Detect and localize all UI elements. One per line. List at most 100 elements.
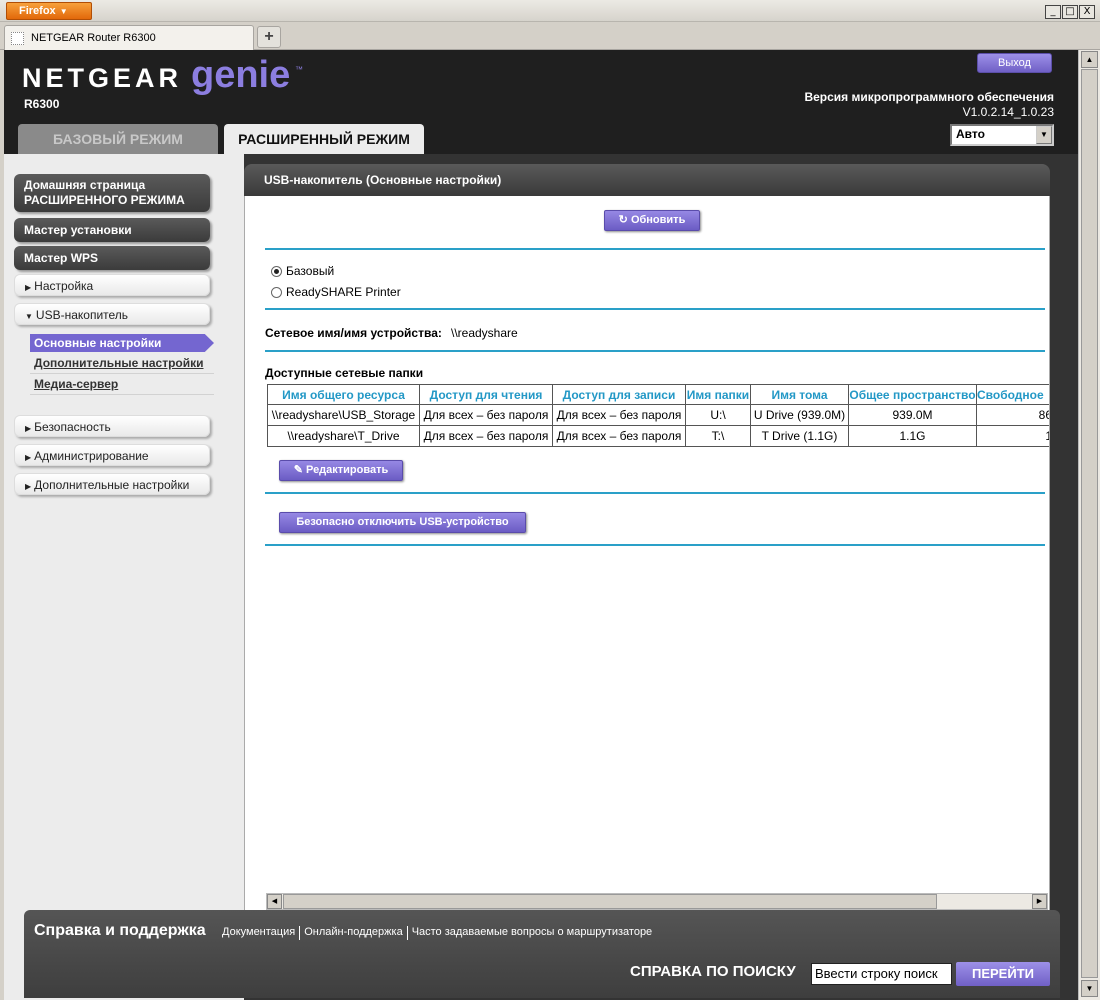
firmware-version: V1.0.2.14_1.0.23: [962, 105, 1054, 119]
shared-folders-label: Доступные сетевые папки: [265, 366, 424, 380]
radio-label: Базовый: [286, 264, 335, 278]
logout-button[interactable]: Выход: [977, 53, 1052, 73]
tab-title: NETGEAR Router R6300: [31, 32, 156, 44]
radio-button[interactable]: [271, 286, 282, 298]
help-footer: Справка и поддержка Документация Онлайн-…: [24, 910, 1060, 998]
sidebar-item-label: Домашняя страница: [24, 178, 146, 192]
radio-label: ReadySHARE Printer: [286, 285, 401, 299]
network-name-label: Сетевое имя/имя устройства:: [265, 326, 442, 340]
sidebar-item-label: Мастер WPS: [24, 251, 99, 265]
sidebar-item-wps-wizard[interactable]: Мастер WPS: [14, 246, 210, 270]
sidebar-item-label: USB-накопитель: [35, 308, 129, 322]
table-cell: Для всех – без пароля: [419, 404, 553, 426]
sidebar-item-advanced-home[interactable]: Домашняя страница РАСШИРЕННОГО РЕЖИМА: [14, 174, 210, 212]
scroll-down-icon[interactable]: ▼: [1081, 980, 1098, 997]
new-tab-button[interactable]: +: [257, 26, 281, 48]
search-help-label: СПРАВКА ПО ПОИСКУ: [630, 963, 796, 980]
scrollbar-thumb[interactable]: [283, 894, 937, 909]
browser-tab[interactable]: NETGEAR Router R6300: [4, 25, 254, 50]
shared-folders-table: Имя общего ресурса Доступ для чтения Дос…: [267, 384, 1049, 447]
sidebar-subitem-usb-basic[interactable]: Основные настройки: [30, 334, 214, 352]
router-header: NETGEAR genie ™ R6300 Выход Версия микро…: [4, 50, 1078, 154]
search-go-button[interactable]: ПЕРЕЙТИ: [956, 962, 1050, 986]
refresh-button[interactable]: ↻ Обновить: [604, 210, 700, 231]
column-header: Свободное: [976, 384, 1049, 405]
divider: [265, 492, 1045, 494]
refresh-icon: ↻: [618, 214, 628, 226]
triangle-right-icon: ▶: [25, 424, 32, 433]
table-cell: T Drive (1.1G): [750, 425, 849, 447]
sidebar-item-label: РАСШИРЕННОГО РЕЖИМА: [24, 193, 185, 207]
divider: [265, 248, 1045, 250]
column-header: Имя общего ресурса: [267, 384, 420, 405]
sidebar-item-usb-storage[interactable]: ▼ USB-накопитель: [14, 303, 210, 325]
table-cell: 86: [976, 404, 1049, 426]
edit-button[interactable]: ✎ Редактировать: [279, 460, 403, 481]
scrollbar-thumb[interactable]: [1081, 69, 1098, 978]
vertical-scrollbar[interactable]: ▲ ▼: [1078, 50, 1100, 1000]
table-cell: T:\: [685, 425, 751, 447]
divider: [265, 350, 1045, 352]
table-cell: \\readyshare\USB_Storage: [267, 404, 420, 426]
safely-remove-usb-button[interactable]: Безопасно отключить USB-устройство: [279, 512, 526, 533]
divider: [30, 373, 214, 374]
tab-basic-mode[interactable]: БАЗОВЫЙ РЕЖИМ: [18, 124, 218, 154]
network-name-value: \\readyshare: [451, 326, 518, 340]
divider: [265, 544, 1045, 546]
column-header: Имя тома: [750, 384, 849, 405]
refresh-label: Обновить: [630, 214, 686, 226]
pencil-icon: ✎: [293, 464, 303, 476]
triangle-right-icon: ▶: [25, 453, 32, 462]
maximize-button[interactable]: □: [1062, 5, 1078, 19]
firmware-title: Версия микропрограммного обеспечения: [804, 90, 1054, 104]
sidebar-item-setup[interactable]: ▶ Настройка: [14, 274, 210, 296]
sidebar-item-setup-wizard[interactable]: Мастер установки: [14, 218, 210, 242]
chevron-down-icon: ▼: [59, 7, 68, 16]
language-value: Авто: [956, 127, 985, 141]
scroll-right-icon[interactable]: ▶: [1032, 894, 1047, 909]
radio-readyshare-printer[interactable]: ReadySHARE Printer: [271, 285, 401, 299]
table-cell: U:\: [685, 404, 751, 426]
table-header-row: Имя общего ресурса Доступ для чтения Дос…: [267, 384, 1049, 405]
triangle-right-icon: ▶: [25, 482, 32, 491]
search-input[interactable]: Ввести строку поиск: [811, 963, 952, 985]
sidebar-item-label: Дополнительные настройки: [34, 478, 190, 492]
sidebar-subitem-media-server[interactable]: Медиа-сервер: [34, 377, 118, 391]
column-header: Доступ для чтения: [419, 384, 553, 405]
sidebar-subitem-usb-advanced[interactable]: Дополнительные настройки: [34, 356, 204, 370]
faq-link[interactable]: Часто задаваемые вопросы о маршрутизатор…: [408, 926, 657, 940]
tab-advanced-mode[interactable]: РАСШИРЕННЫЙ РЕЖИМ: [224, 124, 424, 154]
minimize-button[interactable]: _: [1045, 5, 1061, 19]
sidebar-item-security[interactable]: ▶ Безопасность: [14, 415, 210, 437]
close-window-button[interactable]: X: [1079, 5, 1095, 19]
table-row: \\readyshare\T_Drive Для всех – без паро…: [267, 425, 1049, 447]
help-links: Документация Онлайн-поддержка Часто зада…: [218, 926, 656, 940]
horizontal-scrollbar[interactable]: ◀ ▶: [266, 893, 1048, 910]
page-icon: [11, 32, 24, 45]
browser-titlebar: Firefox ▼ _ □ X: [0, 0, 1100, 22]
scroll-left-icon[interactable]: ◀: [267, 894, 282, 909]
language-select[interactable]: Авто ▼: [950, 124, 1054, 146]
scroll-up-icon[interactable]: ▲: [1081, 51, 1098, 68]
chevron-down-icon: ▼: [1036, 126, 1052, 144]
documentation-link[interactable]: Документация: [218, 926, 299, 940]
table-cell: \\readyshare\T_Drive: [267, 425, 420, 447]
firefox-menu-button[interactable]: Firefox ▼: [6, 2, 92, 20]
radio-basic[interactable]: Базовый: [271, 264, 334, 278]
table-cell: Для всех – без пароля: [419, 425, 553, 447]
online-support-link[interactable]: Онлайн-поддержка: [300, 926, 406, 940]
sidebar-item-advanced-setup[interactable]: ▶ Дополнительные настройки: [14, 473, 210, 495]
divider: [265, 308, 1045, 310]
edit-label: Редактировать: [306, 464, 389, 476]
triangle-down-icon: ▼: [25, 312, 33, 321]
table-cell: Для всех – без пароля: [552, 404, 686, 426]
help-title: Справка и поддержка: [34, 922, 206, 939]
trademark-mark: ™: [295, 65, 303, 74]
table-row: \\readyshare\USB_Storage Для всех – без …: [267, 404, 1049, 426]
page-viewport: NETGEAR genie ™ R6300 Выход Версия микро…: [4, 50, 1078, 1000]
table-cell: Для всех – без пароля: [552, 425, 686, 447]
radio-button-checked[interactable]: [271, 265, 282, 277]
triangle-right-icon: ▶: [25, 283, 32, 292]
sidebar-item-administration[interactable]: ▶ Администрирование: [14, 444, 210, 466]
sidebar-item-label: Мастер установки: [24, 223, 132, 237]
